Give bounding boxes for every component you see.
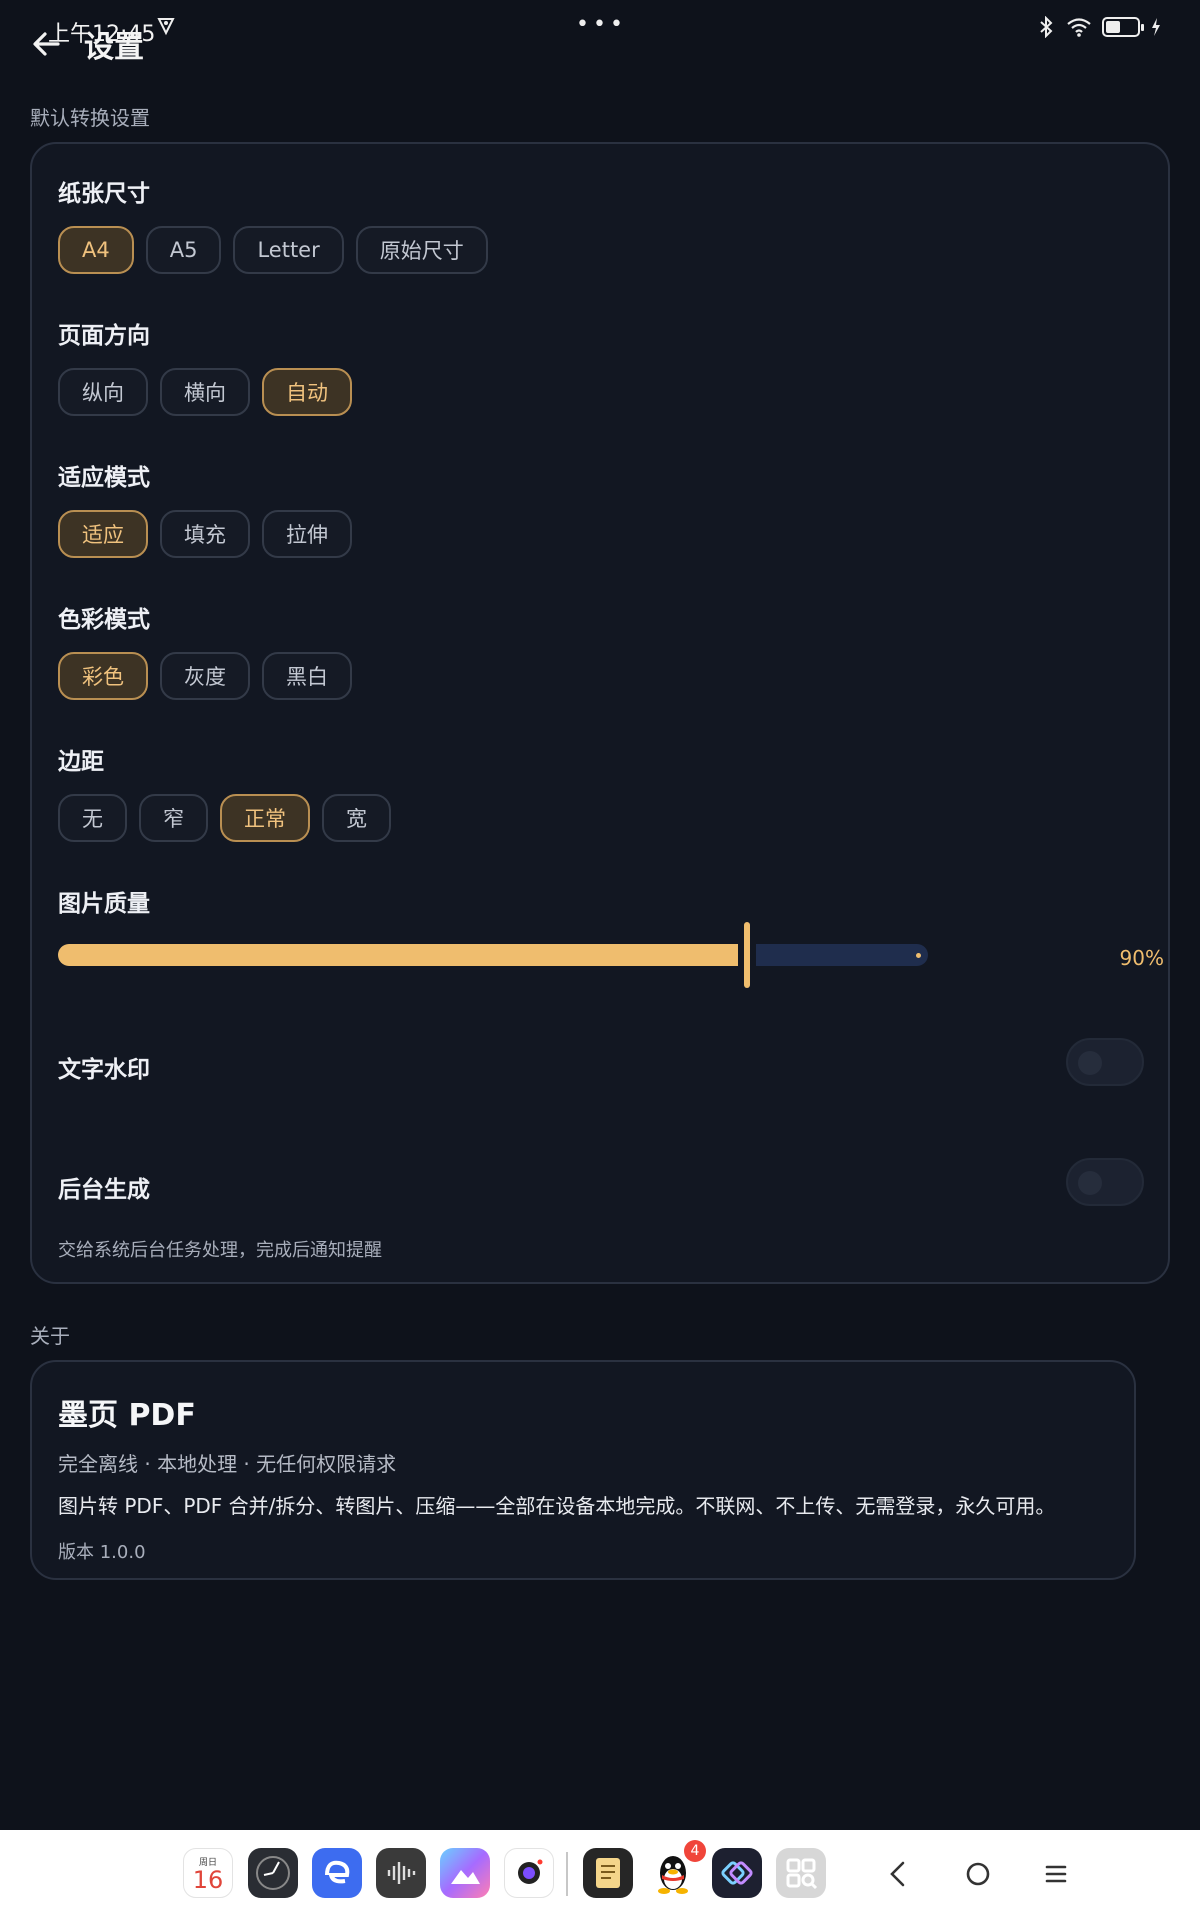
orientation-title: 页面方向: [58, 323, 150, 349]
nav-menu-button[interactable]: [1036, 1854, 1076, 1894]
app-version: 版本 1.0.0: [58, 1542, 146, 1563]
background-gen-description: 交给系统后台任务处理，完成后通知提醒: [58, 1240, 382, 1261]
app-name: 墨页 PDF: [58, 1398, 196, 1433]
paper-size-option[interactable]: 原始尺寸: [355, 226, 488, 274]
about-card: 墨页 PDF 完全离线 · 本地处理 · 无任何权限请求 图片转 PDF、PDF…: [30, 1360, 1136, 1580]
nav-home-button[interactable]: [958, 1854, 998, 1894]
notification-badge: 4: [684, 1840, 706, 1862]
watermark-label: 文字水印: [58, 1057, 150, 1083]
charging-icon: [1152, 18, 1160, 36]
more-dots-icon[interactable]: •••: [576, 12, 627, 37]
margin-options: 无窄正常宽: [58, 794, 391, 842]
orientation-option[interactable]: 横向: [160, 368, 250, 416]
slider-end-dot: [916, 953, 921, 958]
recorder-icon[interactable]: [376, 1848, 426, 1898]
dock-separator: [566, 1852, 568, 1896]
color-mode-title: 色彩模式: [58, 607, 150, 633]
clock-icon[interactable]: [248, 1848, 298, 1898]
vpn-icon: [157, 18, 175, 36]
margin-title: 边距: [58, 749, 104, 775]
app-tags: 完全离线 · 本地处理 · 无任何权限请求: [58, 1452, 397, 1476]
paper-size-option[interactable]: A5: [145, 226, 222, 274]
fit-mode-option[interactable]: 拉伸: [262, 510, 352, 558]
image-quality-slider[interactable]: 90%: [58, 922, 1178, 988]
camera-icon[interactable]: [504, 1848, 554, 1898]
paper-size-options: A4 A5 Letter 原始尺寸: [58, 226, 488, 274]
wifi-icon: [1067, 18, 1091, 37]
margin-option[interactable]: 正常: [220, 794, 310, 842]
dock: 周日 16 4: [0, 1830, 1200, 1920]
back-arrow-icon[interactable]: [28, 24, 68, 64]
slider-remaining: [756, 944, 928, 966]
fit-mode-title: 适应模式: [58, 465, 150, 491]
margin-option[interactable]: 窄: [139, 794, 208, 842]
notes-icon[interactable]: [583, 1848, 633, 1898]
image-quality-value: 90%: [1119, 946, 1164, 970]
watermark-toggle[interactable]: [1066, 1038, 1144, 1086]
section-label-default: 默认转换设置: [30, 106, 150, 130]
orientation-option[interactable]: 自动: [262, 368, 352, 416]
slider-thumb[interactable]: [744, 922, 750, 988]
image-quality-title: 图片质量: [58, 891, 150, 917]
page-title: 设置: [84, 30, 144, 65]
orientation-options: 纵向 横向 自动: [58, 368, 352, 416]
paper-size-option[interactable]: Letter: [233, 226, 344, 274]
settings-card: 纸张尺寸 A4 A5 Letter 原始尺寸 页面方向 纵向 横向 自动 适应模式 适应填…: [30, 142, 1170, 1284]
calendar-day: 16: [192, 1865, 224, 1894]
color-mode-option[interactable]: 彩色: [58, 652, 148, 700]
background-gen-toggle[interactable]: [1066, 1158, 1144, 1206]
fit-mode-option[interactable]: 填充: [160, 510, 250, 558]
toggle-knob: [1078, 1171, 1102, 1195]
margin-option[interactable]: 宽: [322, 794, 391, 842]
bluetooth-icon: [1040, 16, 1053, 38]
background-gen-label: 后台生成: [58, 1177, 150, 1203]
toggle-knob: [1078, 1051, 1102, 1075]
qq-icon[interactable]: 4: [648, 1840, 706, 1898]
color-mode-options: 彩色 灰度 黑白: [58, 652, 352, 700]
scanner-icon[interactable]: [776, 1848, 826, 1898]
shortcuts-icon[interactable]: [712, 1848, 762, 1898]
slider-track[interactable]: [58, 922, 1108, 988]
gallery-icon[interactable]: [440, 1848, 490, 1898]
paper-size-title: 纸张尺寸: [58, 181, 150, 207]
color-mode-option[interactable]: 灰度: [160, 652, 250, 700]
slider-fill: [58, 944, 738, 966]
status-icons: [1036, 16, 1162, 38]
nav-back-button[interactable]: [878, 1854, 918, 1894]
app-description: 图片转 PDF、PDF 合并/拆分、转图片、压缩——全部在设备本地完成。不联网、…: [58, 1494, 1056, 1518]
fit-mode-option[interactable]: 适应: [58, 510, 148, 558]
margin-option[interactable]: 无: [58, 794, 127, 842]
orientation-option[interactable]: 纵向: [58, 368, 148, 416]
status-bar: 上午12:45 •••: [0, 0, 1200, 60]
calendar-icon[interactable]: 周日 16: [183, 1848, 233, 1898]
fit-mode-options: 适应 填充 拉伸: [58, 510, 352, 558]
paper-size-option[interactable]: A4: [58, 226, 134, 274]
browser-icon[interactable]: [312, 1848, 362, 1898]
battery-icon: [1102, 17, 1144, 37]
section-label-about: 关于: [30, 1324, 70, 1348]
color-mode-option[interactable]: 黑白: [262, 652, 352, 700]
